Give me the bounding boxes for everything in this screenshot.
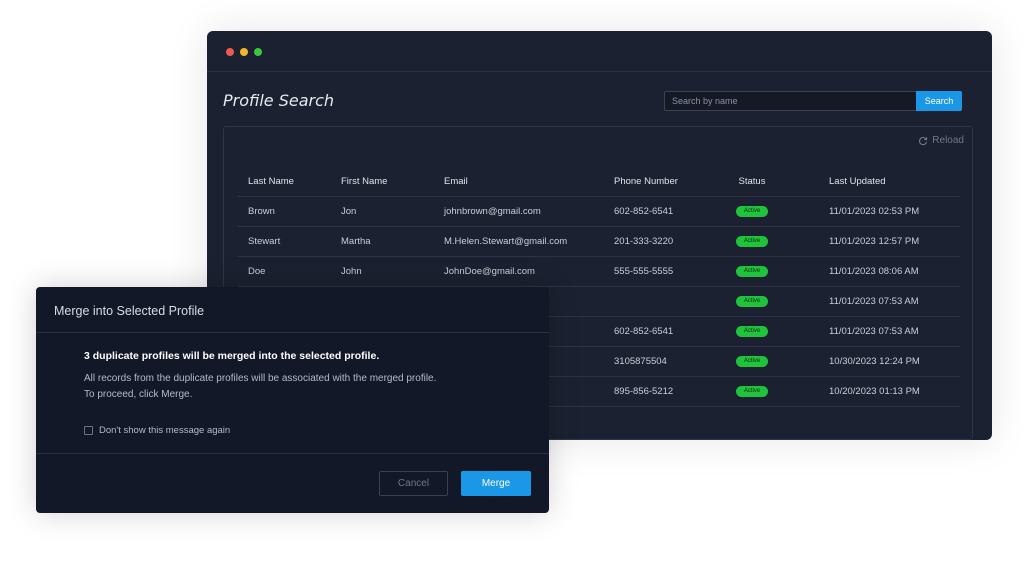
cell-phone: 895-856-5212 — [614, 386, 674, 397]
dont-show-again-label: Don't show this message again — [99, 425, 231, 436]
dialog-footer-divider — [36, 453, 549, 454]
cell-phone: 201-333-3220 — [614, 236, 674, 247]
status-badge: Active — [735, 205, 769, 217]
reload-label: Reload — [932, 135, 964, 146]
page-title: Profile Search — [223, 91, 335, 110]
cell-status: Active — [732, 347, 772, 377]
status-badge: Active — [735, 355, 769, 367]
cell-email: M.Helen.Stewart@gmail.com — [444, 236, 568, 247]
close-window-button[interactable] — [226, 48, 234, 56]
cell-last-name: Brown — [248, 206, 275, 217]
cell-last-updated: 11/01/2023 07:53 AM — [829, 296, 919, 307]
dont-show-again-option[interactable]: Don't show this message again — [84, 425, 230, 436]
cell-email: johnbrown@gmail.com — [444, 206, 541, 217]
cell-last-name: Stewart — [248, 236, 281, 247]
cancel-button[interactable]: Cancel — [379, 471, 448, 496]
cell-first-name: John — [341, 266, 362, 277]
reload-button[interactable]: Reload — [918, 135, 964, 146]
cell-phone: 3105875504 — [614, 356, 667, 367]
merge-dialog: Merge into Selected Profile 3 duplicate … — [36, 287, 549, 513]
cell-last-name: Doe — [248, 266, 266, 277]
column-header-last-updated[interactable]: Last Updated — [829, 167, 886, 197]
dialog-title: Merge into Selected Profile — [54, 304, 205, 318]
cell-first-name: Martha — [341, 236, 371, 247]
cell-status: Active — [732, 227, 772, 257]
column-header-last-name[interactable]: Last Name — [248, 167, 294, 197]
minimize-window-button[interactable] — [240, 48, 248, 56]
window-titlebar — [207, 31, 992, 72]
table-header-row: Last Name First Name Email Phone Number … — [238, 167, 960, 197]
reload-icon — [919, 136, 928, 145]
cell-email: JohnDoe@gmail.com — [444, 266, 535, 277]
dialog-message: 3 duplicate profiles will be merged into… — [84, 350, 380, 362]
dialog-body-line-1: All records from the duplicate profiles … — [84, 373, 437, 384]
merge-button[interactable]: Merge — [461, 471, 531, 496]
search-button[interactable]: Search — [916, 91, 962, 111]
cell-status: Active — [732, 257, 772, 287]
maximize-window-button[interactable] — [254, 48, 262, 56]
column-header-phone[interactable]: Phone Number — [614, 167, 678, 197]
table-row[interactable]: Doe John JohnDoe@gmail.com 555-555-5555 … — [238, 257, 960, 287]
status-badge: Active — [735, 385, 769, 397]
cell-first-name: Jon — [341, 206, 357, 217]
cell-last-updated: 10/20/2023 01:13 PM — [829, 386, 920, 397]
table-row[interactable]: Stewart Martha M.Helen.Stewart@gmail.com… — [238, 227, 960, 257]
cell-status: Active — [732, 377, 772, 407]
search-input[interactable] — [664, 91, 916, 111]
dont-show-again-checkbox[interactable] — [84, 426, 93, 435]
cell-status: Active — [732, 287, 772, 317]
dialog-body-line-2: To proceed, click Merge. — [84, 389, 193, 400]
status-badge: Active — [735, 235, 769, 247]
cell-last-updated: 11/01/2023 12:57 PM — [829, 236, 920, 247]
cell-last-updated: 10/30/2023 12:24 PM — [829, 356, 920, 367]
cell-phone: 602-852-6541 — [614, 326, 674, 337]
cell-last-updated: 11/01/2023 07:53 AM — [829, 326, 919, 337]
cell-last-updated: 11/01/2023 08:06 AM — [829, 266, 919, 277]
search-bar: Search — [664, 91, 962, 111]
status-badge: Active — [735, 265, 769, 277]
column-header-first-name[interactable]: First Name — [341, 167, 387, 197]
cell-status: Active — [732, 317, 772, 347]
cell-phone: 602-852-6541 — [614, 206, 674, 217]
column-header-status[interactable]: Status — [732, 167, 772, 197]
column-header-email[interactable]: Email — [444, 167, 468, 197]
cell-status: Active — [732, 197, 772, 227]
table-row[interactable]: Brown Jon johnbrown@gmail.com 602-852-65… — [238, 197, 960, 227]
cell-last-updated: 11/01/2023 02:53 PM — [829, 206, 920, 217]
status-badge: Active — [735, 295, 769, 307]
status-badge: Active — [735, 325, 769, 337]
dialog-header: Merge into Selected Profile — [36, 287, 549, 333]
cell-phone: 555-555-5555 — [614, 266, 674, 277]
